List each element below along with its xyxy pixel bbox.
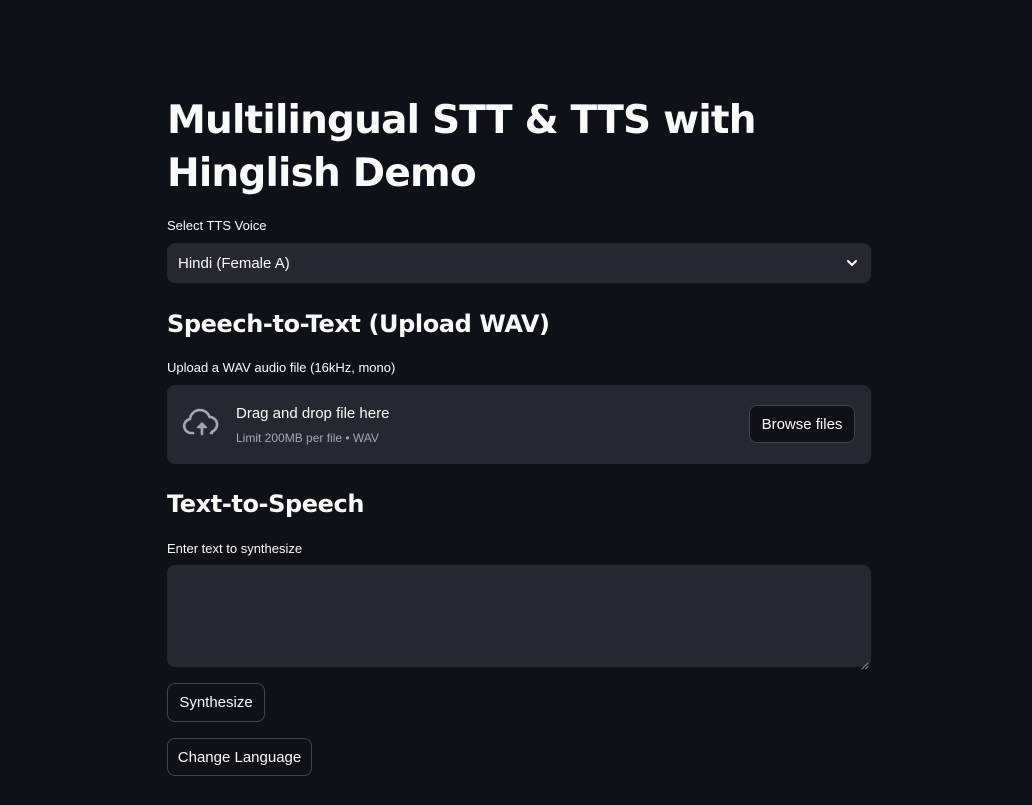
upload-limit-text: Limit 200MB per file • WAV (236, 431, 379, 445)
app-root: Multilingual STT & TTS with Hinglish Dem… (0, 0, 1032, 805)
uploader-label: Upload a WAV audio file (16kHz, mono) (167, 360, 396, 375)
tts-text-input[interactable] (167, 565, 871, 667)
stt-heading: Speech-to-Text (Upload WAV) (167, 310, 550, 338)
chevron-down-icon (844, 255, 860, 271)
voice-select-value: Hindi (Female A) (178, 254, 290, 272)
voice-select-label: Select TTS Voice (167, 218, 267, 233)
synthesize-button[interactable]: Synthesize (167, 683, 265, 722)
file-dropzone[interactable]: Drag and drop file here Limit 200MB per … (167, 385, 871, 464)
tts-heading: Text-to-Speech (167, 490, 365, 518)
drop-instruction: Drag and drop file here (236, 405, 390, 422)
cloud-upload-icon (182, 407, 222, 439)
browse-files-button[interactable]: Browse files (749, 405, 855, 443)
page-title: Multilingual STT & TTS with Hinglish Dem… (167, 98, 757, 196)
resize-handle-icon[interactable] (861, 657, 869, 670)
tts-text-label: Enter text to synthesize (167, 541, 303, 556)
voice-select[interactable]: Hindi (Female A) (167, 243, 871, 283)
change-language-button[interactable]: Change Language (167, 738, 312, 776)
